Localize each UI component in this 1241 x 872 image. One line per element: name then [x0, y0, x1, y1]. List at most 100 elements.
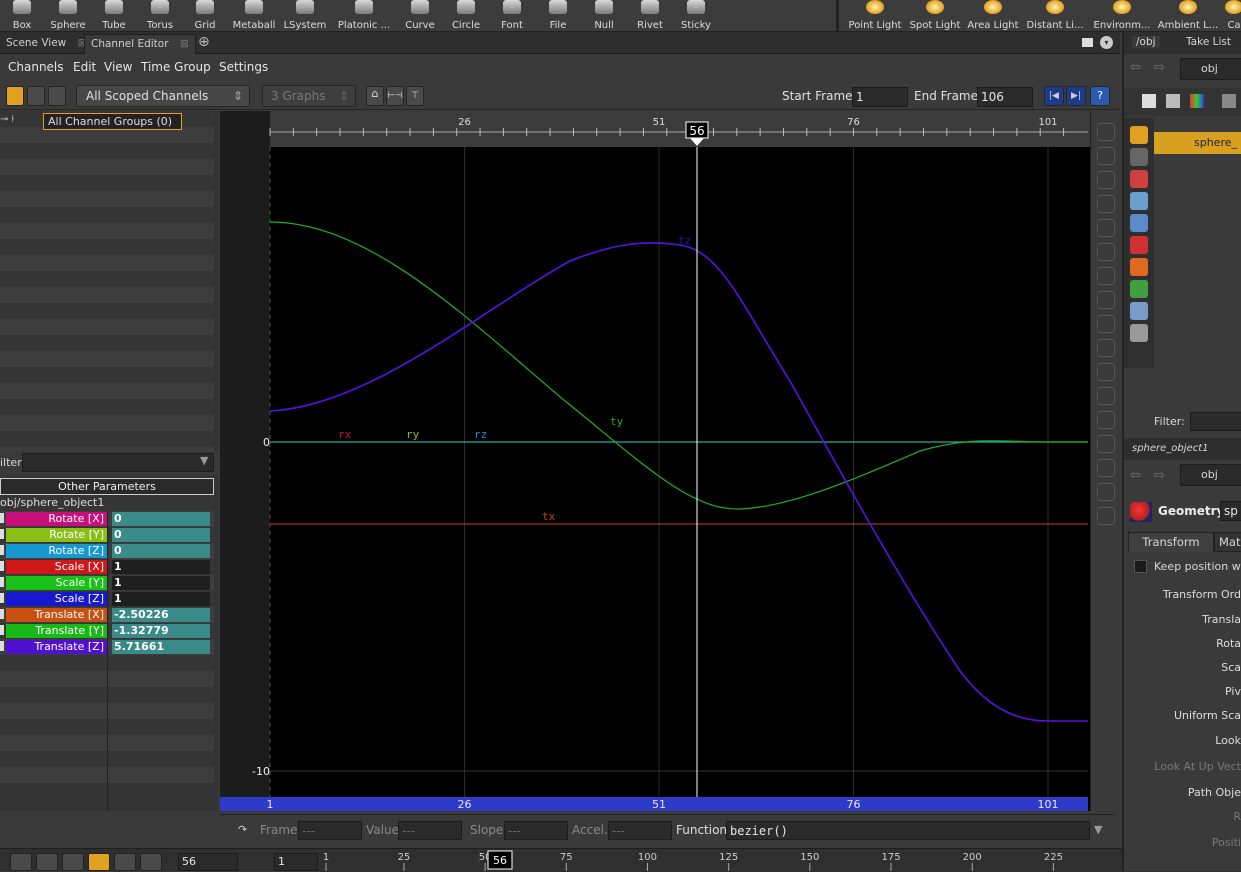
forward-arrow-icon[interactable]: ⇨ [1154, 468, 1165, 483]
close-icon[interactable]: ⊠ [180, 38, 189, 50]
menu-view[interactable]: View [104, 60, 132, 74]
tree-pin-icon[interactable]: ⊸ ⍿ [0, 114, 42, 130]
channel-value[interactable]: 1 [112, 576, 210, 590]
start-frame-field[interactable]: 1 [852, 87, 908, 107]
menu-time-group[interactable]: Time Group [141, 60, 211, 74]
graph-tool-icon[interactable] [1097, 243, 1115, 261]
back-arrow-icon[interactable]: ⇦ [1130, 60, 1141, 75]
shelf-light-3[interactable]: Distant Li... [1023, 0, 1087, 32]
stop-icon[interactable] [88, 853, 110, 871]
network-tool-icon[interactable] [1130, 126, 1148, 144]
graph-view[interactable]: 26 51 76 101 56 0 -10 rx ry rz ty tx tz 1 26… [220, 111, 1090, 811]
slope-field[interactable]: --- [504, 821, 568, 840]
graph-tool-icon[interactable] [1097, 483, 1115, 501]
channel-flag-icon[interactable] [0, 513, 4, 523]
graph-tool-icon[interactable] [1097, 267, 1115, 285]
frame-field[interactable]: --- [298, 821, 362, 840]
play-icon[interactable] [114, 853, 136, 871]
shelf-light-4[interactable]: Environm... [1090, 0, 1154, 32]
dopesheet-mode-icon[interactable] [48, 86, 66, 106]
graph-tool-icon[interactable] [1097, 219, 1115, 237]
channel-group-label[interactable]: All Channel Groups (0) [43, 113, 182, 130]
network-filter-input[interactable] [1190, 412, 1241, 431]
graph-tool-icon[interactable] [1097, 363, 1115, 381]
network-tool-icon[interactable] [1130, 324, 1148, 342]
network-tool-icon[interactable] [1130, 258, 1148, 276]
channel-flag-icon[interactable] [0, 625, 4, 635]
tab-transform[interactable]: Transform [1128, 532, 1214, 552]
channel-flag-icon[interactable] [0, 577, 4, 587]
graph-tool-icon[interactable] [1097, 123, 1115, 141]
tab-node[interactable]: sphere_object1 [1132, 443, 1209, 454]
channel-flag-icon[interactable] [0, 641, 4, 651]
pane-menu-icon[interactable]: ▾ [1100, 36, 1113, 49]
frame-horizontal-icon[interactable]: ⊢⊣ [386, 86, 404, 106]
parameter-path[interactable]: obj [1180, 464, 1241, 486]
network-tool-icon[interactable] [1130, 170, 1148, 188]
network-tool-icon[interactable] [1130, 302, 1148, 320]
shelf-tool-sticky[interactable]: Sticky [668, 0, 724, 32]
graph-tool-icon[interactable] [1097, 411, 1115, 429]
shelf-light-0[interactable]: Point Light [843, 0, 907, 32]
channel-flag-icon[interactable] [0, 609, 4, 619]
forward-arrow-icon[interactable]: ⇨ [1154, 60, 1165, 75]
graph-canvas[interactable]: 26 51 76 101 56 0 -10 rx ry rz ty tx tz 1 26… [220, 111, 1090, 811]
graph-tool-icon[interactable] [1097, 171, 1115, 189]
channel-value[interactable]: -2.50226 [112, 608, 210, 622]
network-options-icon[interactable] [1222, 94, 1236, 108]
tab-material[interactable]: Mate [1214, 532, 1241, 552]
graphs-select[interactable]: 3 Graphs ⇕ [262, 85, 356, 107]
add-tab-icon[interactable]: ⊕ [192, 34, 216, 54]
shelf-tool-grid[interactable]: Grid [177, 0, 233, 32]
back-arrow-icon[interactable]: ⇦ [1130, 468, 1141, 483]
shelf-light-6[interactable]: Ca [1202, 0, 1241, 32]
dropdown-arrow-icon[interactable]: ▼ [1094, 823, 1102, 836]
node-sphere[interactable]: sphere_ [1154, 132, 1241, 154]
network-tool-icon[interactable] [1130, 214, 1148, 232]
graph-tool-icon[interactable] [1097, 435, 1115, 453]
other-parameters-header[interactable]: Other Parameters [0, 478, 214, 495]
graph-tool-icon[interactable] [1097, 507, 1115, 525]
shelf-tool-metaball[interactable]: Metaball [226, 0, 282, 32]
go-first-icon[interactable] [10, 853, 32, 871]
accel-field[interactable]: --- [608, 821, 672, 840]
play-reverse-icon[interactable] [62, 853, 84, 871]
channel-value[interactable]: 5.71661 [112, 640, 210, 654]
table-mode-icon[interactable] [27, 86, 45, 106]
timeline-ruler[interactable]: 1255075100125150175200225250275 56 [320, 849, 1241, 872]
scope-select[interactable]: All Scoped Channels ⇕ [76, 85, 250, 107]
menu-settings[interactable]: Settings [219, 60, 268, 74]
menu-channels[interactable]: Channels [8, 60, 64, 74]
go-end-icon[interactable]: ▶| [1066, 86, 1086, 106]
go-last-icon[interactable] [140, 853, 162, 871]
tile-view-icon[interactable] [1166, 94, 1180, 108]
filter-input[interactable] [22, 453, 214, 472]
channel-flag-icon[interactable] [0, 545, 4, 555]
step-back-icon[interactable] [36, 853, 58, 871]
graph-tool-icon[interactable] [1097, 459, 1115, 477]
channel-flag-icon[interactable] [0, 561, 4, 571]
help-icon[interactable]: ? [1090, 86, 1110, 106]
graph-tool-icon[interactable] [1097, 387, 1115, 405]
current-frame-field[interactable]: 56 [178, 853, 238, 871]
frame-vertical-icon[interactable]: ⊤ [406, 86, 424, 106]
network-path[interactable]: obj [1180, 58, 1241, 80]
network-tool-icon[interactable] [1130, 192, 1148, 210]
tab-obj[interactable]: /obj [1132, 36, 1160, 48]
channel-value[interactable]: -1.32779 [112, 624, 210, 638]
node-name-field[interactable]: sp [1220, 501, 1241, 521]
shelf-tool-platonic-[interactable]: Platonic ... [336, 0, 392, 32]
go-start-icon[interactable]: |◀ [1044, 86, 1064, 106]
color-palette-icon[interactable] [1190, 94, 1204, 108]
channel-value[interactable]: 1 [112, 560, 210, 574]
value-field[interactable]: --- [398, 821, 462, 840]
network-tool-icon[interactable] [1130, 280, 1148, 298]
shelf-light-2[interactable]: Area Light [961, 0, 1025, 32]
keep-position-checkbox[interactable] [1134, 560, 1147, 573]
end-frame-field[interactable]: 106 [977, 87, 1033, 107]
tab-take-list[interactable]: Take List [1186, 36, 1231, 48]
graph-mode-icon[interactable] [6, 86, 24, 106]
channel-value[interactable]: 0 [112, 544, 210, 558]
channel-value[interactable]: 1 [112, 592, 210, 606]
graph-tool-icon[interactable] [1097, 291, 1115, 309]
